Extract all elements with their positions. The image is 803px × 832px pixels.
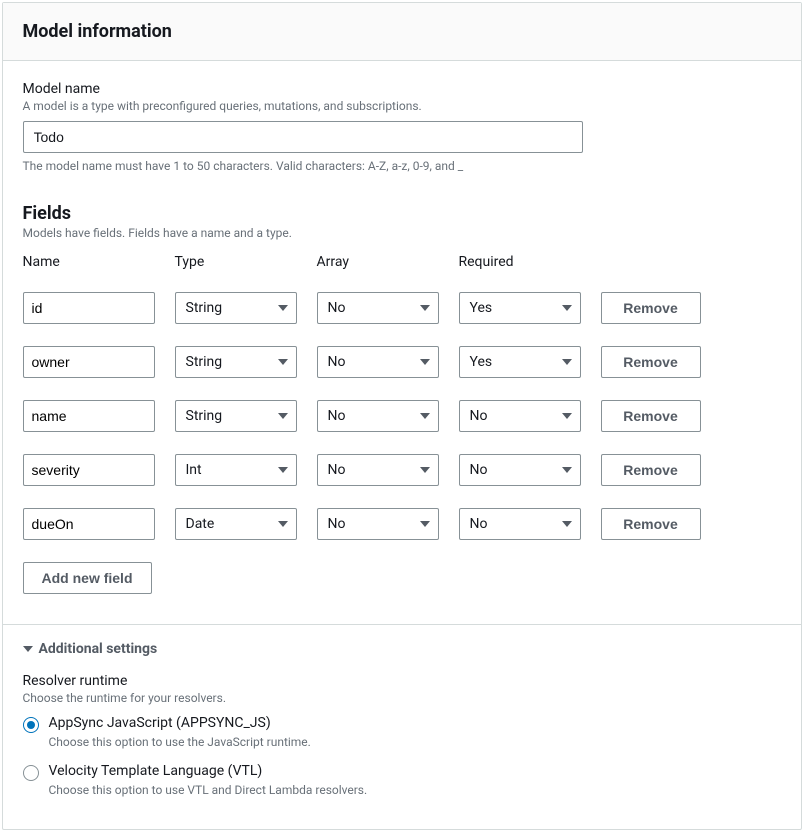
- radio-icon: [23, 765, 39, 781]
- select-value: String: [186, 300, 223, 316]
- remove-field-button[interactable]: Remove: [601, 292, 701, 324]
- chevron-down-icon: [562, 467, 572, 473]
- field-type-select[interactable]: Int: [175, 454, 297, 486]
- field-array-select[interactable]: No: [317, 508, 439, 540]
- additional-settings-title: Additional settings: [39, 641, 158, 657]
- fields-description: Models have fields. Fields have a name a…: [23, 226, 781, 240]
- radio-description: Choose this option to use VTL and Direct…: [49, 783, 368, 797]
- add-field-row: Add new field: [23, 562, 781, 594]
- select-value: No: [328, 408, 346, 424]
- select-value: Yes: [470, 354, 493, 370]
- add-field-button[interactable]: Add new field: [23, 562, 152, 594]
- chevron-down-icon: [420, 359, 430, 365]
- panel-title: Model information: [23, 21, 781, 42]
- resolver-runtime-label: Resolver runtime: [23, 673, 781, 689]
- chevron-down-icon: [420, 413, 430, 419]
- chevron-down-icon: [278, 305, 288, 311]
- col-header-name: Name: [23, 254, 155, 270]
- panel-header: Model information: [3, 3, 801, 61]
- field-array-select[interactable]: No: [317, 400, 439, 432]
- field-name-input[interactable]: [23, 346, 155, 378]
- model-name-description: A model is a type with preconfigured que…: [23, 99, 781, 113]
- remove-field-button[interactable]: Remove: [601, 508, 701, 540]
- chevron-down-icon: [420, 467, 430, 473]
- field-type-select[interactable]: String: [175, 400, 297, 432]
- chevron-down-icon: [278, 359, 288, 365]
- select-value: Date: [186, 516, 215, 532]
- model-name-constraint: The model name must have 1 to 50 charact…: [23, 159, 781, 173]
- select-value: No: [470, 462, 488, 478]
- select-value: No: [470, 516, 488, 532]
- section-divider: [3, 624, 801, 625]
- fields-grid: Name Type Array Required String No Yes: [23, 254, 781, 540]
- radio-label: Velocity Template Language (VTL): [49, 763, 368, 779]
- chevron-down-icon: [278, 413, 288, 419]
- field-name-input[interactable]: [23, 508, 155, 540]
- select-value: String: [186, 408, 223, 424]
- model-name-section: Model name A model is a type with precon…: [23, 81, 781, 173]
- radio-icon: [23, 717, 39, 733]
- additional-settings-expander[interactable]: Additional settings: [23, 641, 781, 657]
- field-type-select[interactable]: String: [175, 292, 297, 324]
- remove-field-button[interactable]: Remove: [601, 454, 701, 486]
- field-name-input[interactable]: [23, 292, 155, 324]
- resolver-runtime-group: Resolver runtime Choose the runtime for …: [23, 673, 781, 797]
- chevron-down-icon: [278, 521, 288, 527]
- field-array-select[interactable]: No: [317, 454, 439, 486]
- field-name-input[interactable]: [23, 400, 155, 432]
- chevron-down-icon: [420, 521, 430, 527]
- select-value: String: [186, 354, 223, 370]
- radio-label: AppSync JavaScript (APPSYNC_JS): [49, 715, 311, 731]
- fields-section: Fields Models have fields. Fields have a…: [23, 203, 781, 594]
- col-header-array: Array: [317, 254, 439, 270]
- chevron-down-icon: [23, 646, 33, 652]
- remove-field-button[interactable]: Remove: [601, 400, 701, 432]
- additional-settings-section: Additional settings Resolver runtime Cho…: [23, 641, 781, 797]
- select-value: No: [328, 462, 346, 478]
- chevron-down-icon: [562, 359, 572, 365]
- field-required-select[interactable]: No: [459, 508, 581, 540]
- field-required-select[interactable]: No: [459, 400, 581, 432]
- fields-title: Fields: [23, 203, 781, 224]
- select-value: Int: [186, 462, 202, 478]
- field-array-select[interactable]: No: [317, 346, 439, 378]
- chevron-down-icon: [562, 521, 572, 527]
- resolver-option-vtl[interactable]: Velocity Template Language (VTL) Choose …: [23, 763, 781, 797]
- field-required-select[interactable]: Yes: [459, 292, 581, 324]
- col-header-required: Required: [459, 254, 581, 270]
- resolver-option-appsync-js[interactable]: AppSync JavaScript (APPSYNC_JS) Choose t…: [23, 715, 781, 749]
- remove-field-button[interactable]: Remove: [601, 346, 701, 378]
- resolver-runtime-description: Choose the runtime for your resolvers.: [23, 691, 781, 705]
- select-value: No: [328, 516, 346, 532]
- field-array-select[interactable]: No: [317, 292, 439, 324]
- select-value: Yes: [470, 300, 493, 316]
- field-type-select[interactable]: String: [175, 346, 297, 378]
- field-name-input[interactable]: [23, 454, 155, 486]
- field-required-select[interactable]: Yes: [459, 346, 581, 378]
- select-value: No: [328, 300, 346, 316]
- panel-body: Model name A model is a type with precon…: [3, 61, 801, 829]
- chevron-down-icon: [562, 305, 572, 311]
- model-name-label: Model name: [23, 81, 781, 97]
- chevron-down-icon: [420, 305, 430, 311]
- field-type-select[interactable]: Date: [175, 508, 297, 540]
- field-required-select[interactable]: No: [459, 454, 581, 486]
- model-name-input[interactable]: [23, 121, 583, 153]
- chevron-down-icon: [278, 467, 288, 473]
- col-header-spacer: [601, 254, 701, 270]
- radio-description: Choose this option to use the JavaScript…: [49, 735, 311, 749]
- col-header-type: Type: [175, 254, 297, 270]
- select-value: No: [328, 354, 346, 370]
- chevron-down-icon: [562, 413, 572, 419]
- select-value: No: [470, 408, 488, 424]
- model-information-panel: Model information Model name A model is …: [2, 2, 802, 830]
